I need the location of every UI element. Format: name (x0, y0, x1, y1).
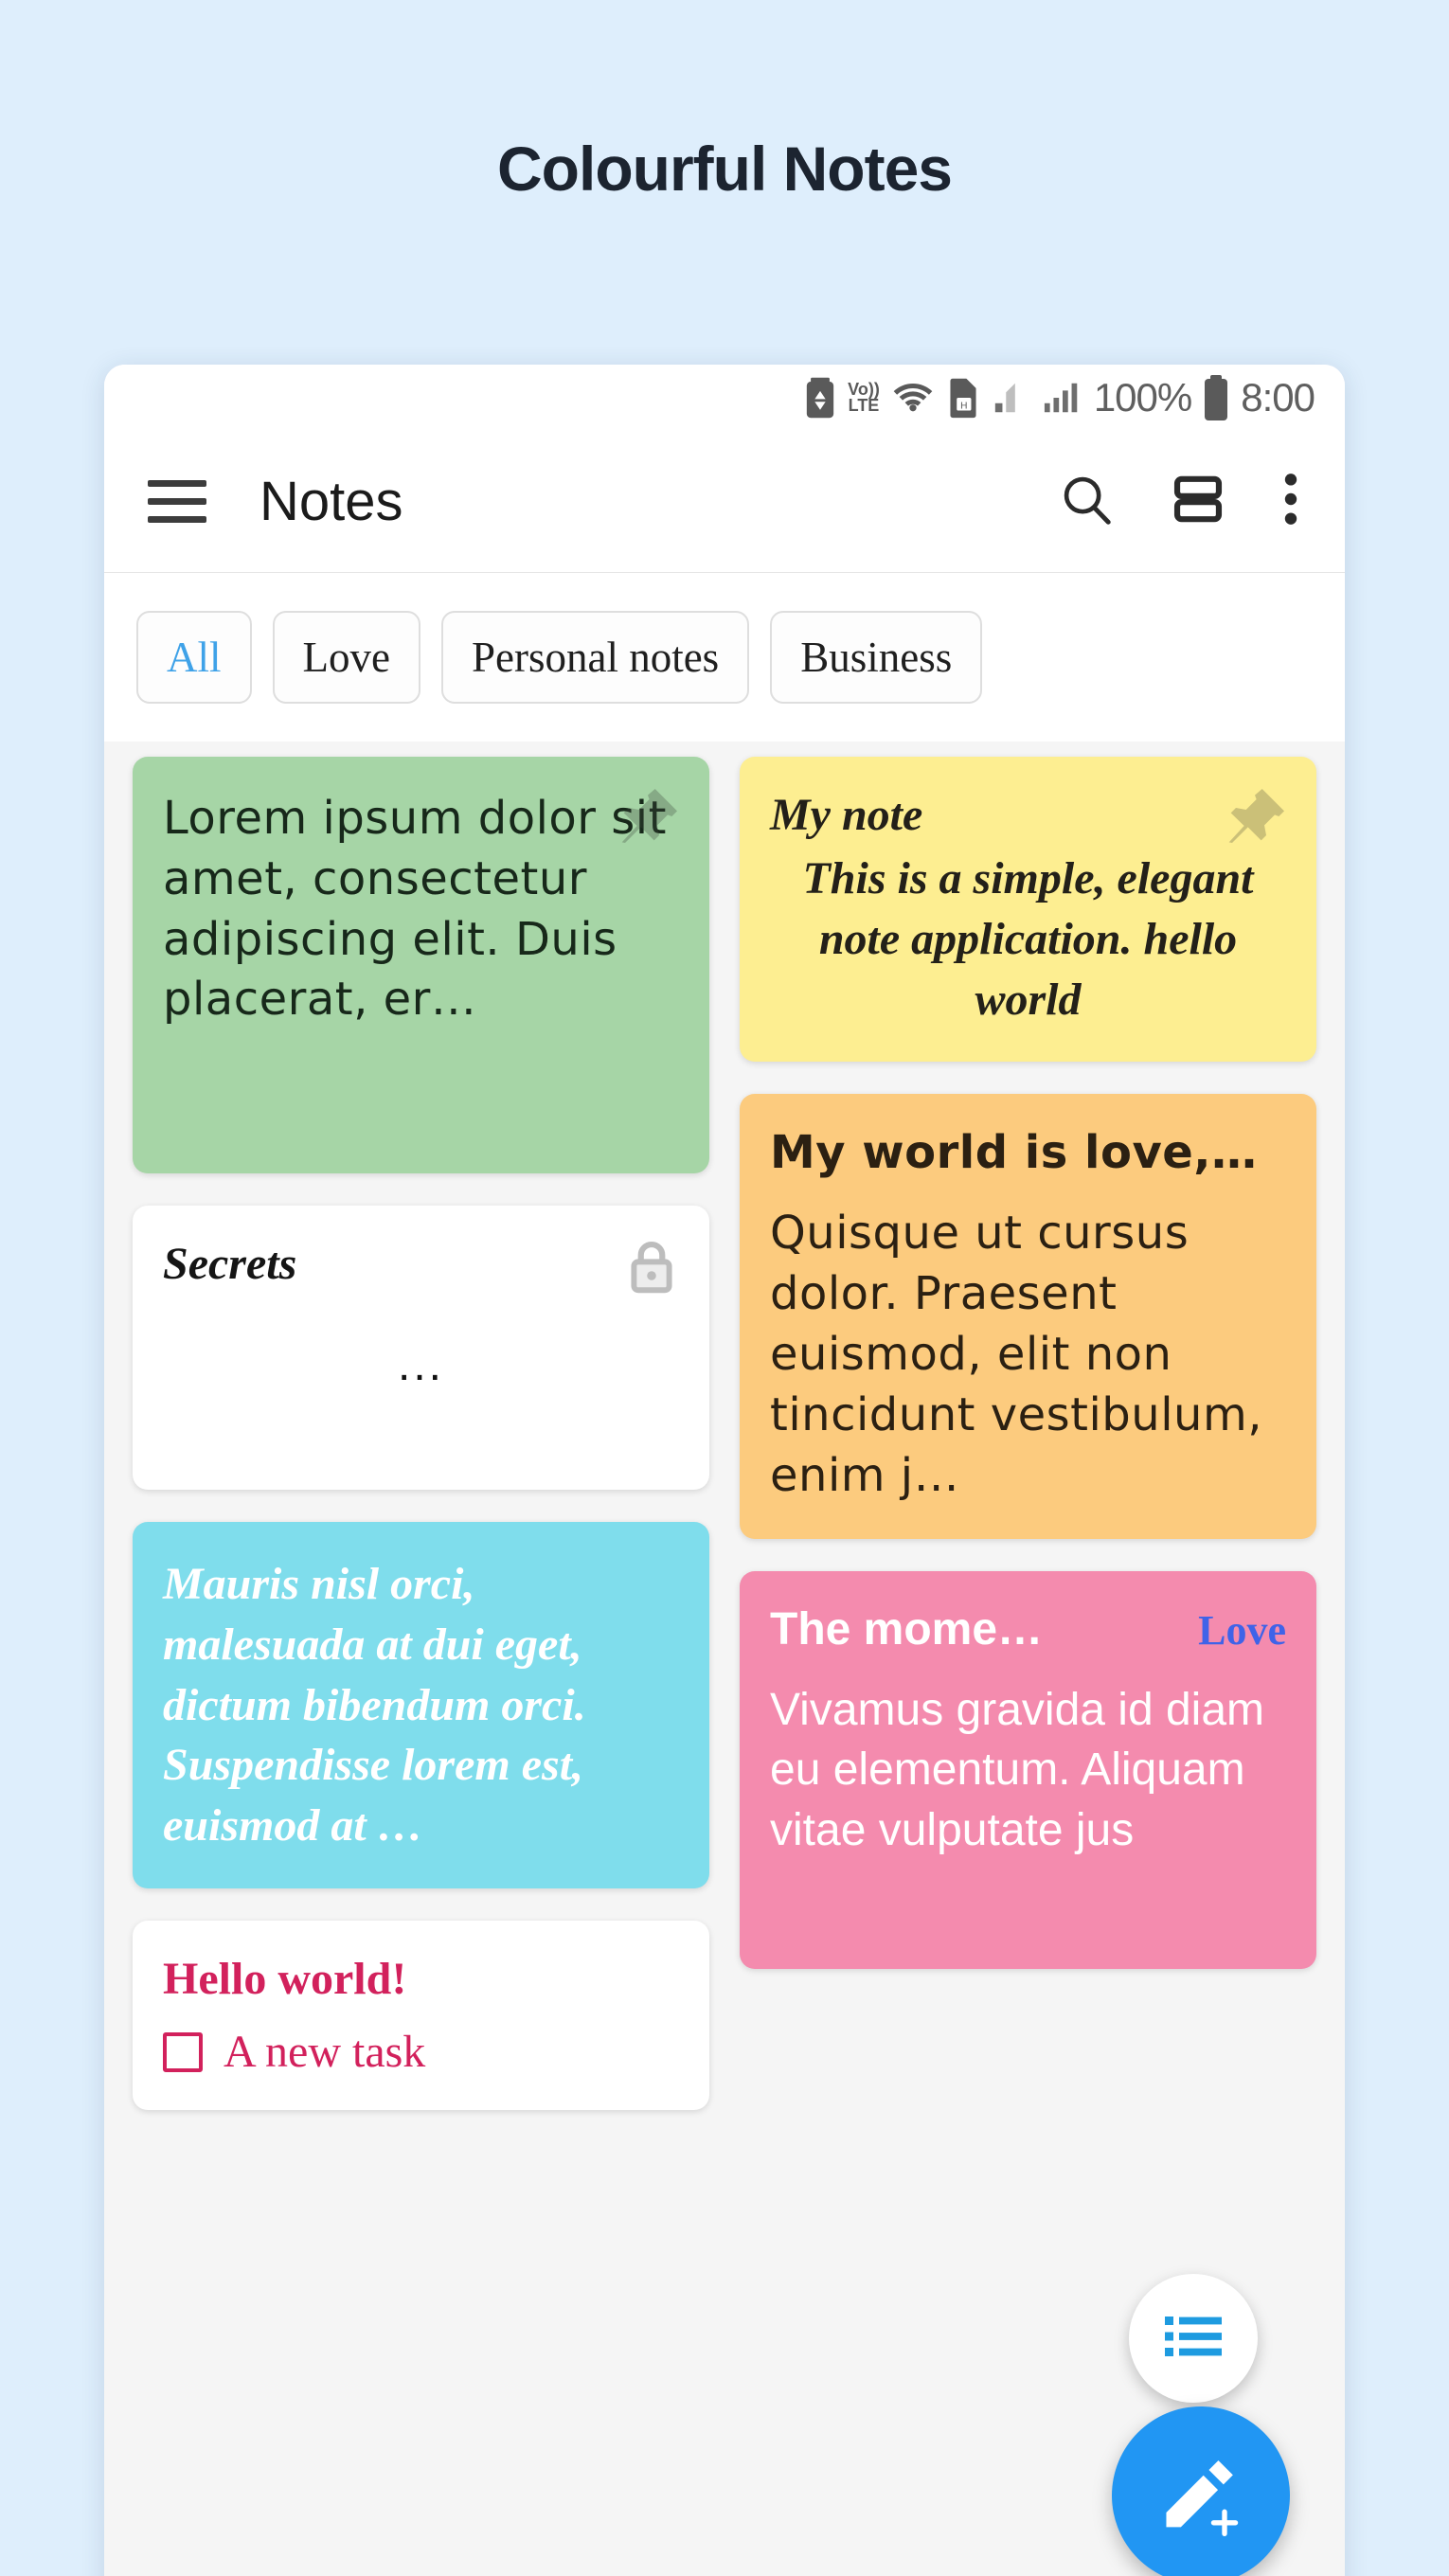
notes-column-left: Lorem ipsum dolor sit amet, consectetur … (117, 757, 724, 2111)
chip-personal-notes[interactable]: Personal notes (440, 611, 750, 704)
secrets-header: Secrets (163, 1238, 679, 1301)
chip-business[interactable]: Business (770, 611, 983, 704)
category-filter-bar: All Love Personal notes Business (104, 573, 1345, 742)
battery-saver-icon (804, 377, 836, 419)
note-title: My world is love,… (770, 1126, 1258, 1180)
notes-column-right: My note This is a simple, elegant note a… (724, 757, 1332, 2110)
pin-icon[interactable] (1216, 781, 1292, 862)
note-body: Mauris nisl orci, malesuada at dui eget,… (163, 1559, 586, 1852)
note-category-badge: Love (1198, 1606, 1286, 1654)
status-bar: Vo)) LTE H 100% 8:00 (104, 365, 1345, 431)
secrets-placeholder: ... (397, 1340, 444, 1390)
compose-pencil-add-icon (1154, 2446, 1248, 2546)
page-title: Colourful Notes (497, 134, 953, 204)
pin-icon[interactable] (609, 781, 685, 862)
add-checklist-fab[interactable] (1129, 2274, 1258, 2403)
pink-note-header: The mome… Love (770, 1603, 1286, 1663)
note-title: Hello world! (163, 1954, 407, 2005)
note-title: The mome… (770, 1603, 1044, 1655)
note-body: Vivamus gravida id diam eu elementum. Al… (770, 1684, 1265, 1856)
checklist-icon (1159, 2302, 1227, 2375)
wifi-icon (891, 379, 935, 417)
note-card-cyan[interactable]: Mauris nisl orci, malesuada at dui eget,… (133, 1522, 709, 1889)
app-screenshot: Colourful Notes Vo)) LTE H 100% 8:00 Not… (0, 0, 1449, 2576)
overflow-menu-icon[interactable] (1280, 470, 1301, 533)
note-title: My note (770, 790, 923, 840)
search-icon[interactable] (1057, 470, 1116, 533)
notes-columns: Lorem ipsum dolor sit amet, consectetur … (117, 757, 1332, 2111)
chip-all[interactable]: All (136, 611, 252, 704)
compose-note-fab[interactable] (1112, 2406, 1290, 2576)
note-card-hello-world[interactable]: Hello world! A new task (133, 1921, 709, 2111)
task-label: A new task (224, 2027, 426, 2078)
signal-2-icon (1043, 379, 1082, 417)
battery-percent-label: 100% (1093, 375, 1192, 420)
note-card-secrets[interactable]: Secrets ... (133, 1206, 709, 1490)
note-body: This is a simple, elegant note applicati… (802, 853, 1254, 1025)
layout-toggle-icon[interactable] (1169, 470, 1227, 533)
note-card-pink[interactable]: The mome… Love Vivamus gravida id diam e… (740, 1570, 1316, 1969)
app-toolbar: Notes (104, 431, 1345, 573)
note-body: Lorem ipsum dolor sit amet, consectetur … (163, 792, 667, 1027)
chip-love[interactable]: Love (272, 611, 420, 704)
sim-card-icon: H (946, 377, 980, 419)
note-body: Quisque ut cursus dolor. Praesent euismo… (770, 1207, 1262, 1502)
task-checkbox[interactable] (163, 2031, 203, 2072)
toolbar-actions (1057, 470, 1301, 533)
battery-icon (1203, 375, 1229, 420)
note-card-orange[interactable]: My world is love,… Quisque ut cursus dol… (740, 1094, 1316, 1539)
note-card-yellow[interactable]: My note This is a simple, elegant note a… (740, 757, 1316, 1063)
note-title: Secrets (163, 1239, 297, 1289)
hamburger-icon[interactable] (148, 480, 206, 523)
note-card-green[interactable]: Lorem ipsum dolor sit amet, consectetur … (133, 757, 709, 1173)
task-row[interactable]: A new task (163, 2026, 679, 2078)
signal-1-icon (992, 379, 1031, 417)
lock-icon[interactable] (624, 1238, 679, 1301)
toolbar-title: Notes (259, 471, 403, 532)
svg-text:H: H (960, 402, 967, 412)
clock-label: 8:00 (1241, 375, 1315, 420)
volte-icon: Vo)) LTE (848, 380, 880, 415)
phone-frame: Vo)) LTE H 100% 8:00 Notes All Love Pers… (104, 365, 1345, 2576)
